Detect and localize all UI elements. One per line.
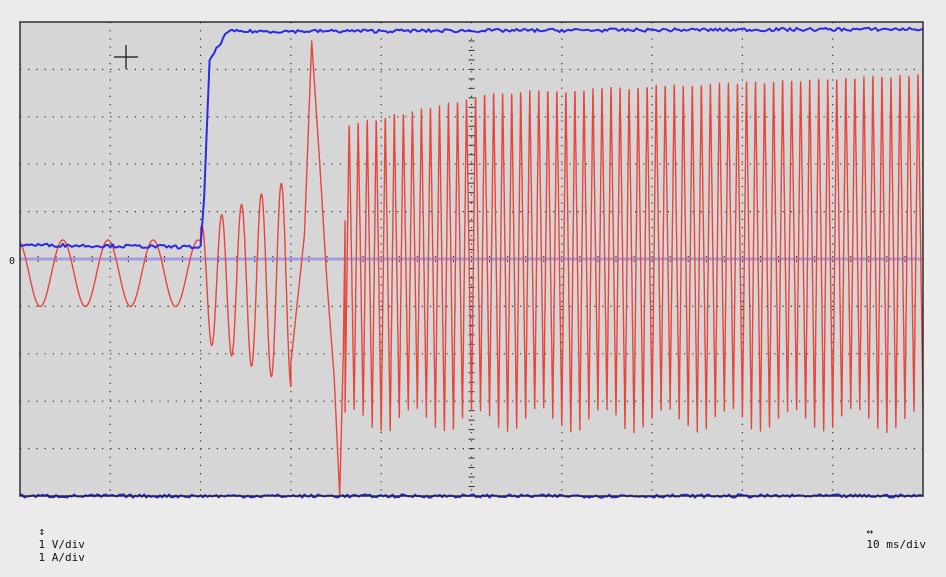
vertical-arrow-icon: ↕ — [38, 525, 46, 538]
scope-screen: 0 ↕ 1 V/div 1 A/div ↔ 10 ms/div — [0, 0, 946, 564]
zero-label: 0 — [9, 256, 15, 267]
voltage-scale-text: 1 V/div — [38, 538, 85, 551]
current-scale-text: 1 A/div — [38, 551, 85, 564]
scope-plot: 0 — [9, 21, 924, 499]
vertical-scale-readout: ↕ 1 V/div 1 A/div — [12, 512, 99, 577]
horizontal-arrow-icon: ↔ — [866, 525, 874, 538]
time-scale-readout: ↔ 10 ms/div — [840, 512, 926, 564]
time-scale-text: 10 ms/div — [866, 538, 926, 551]
